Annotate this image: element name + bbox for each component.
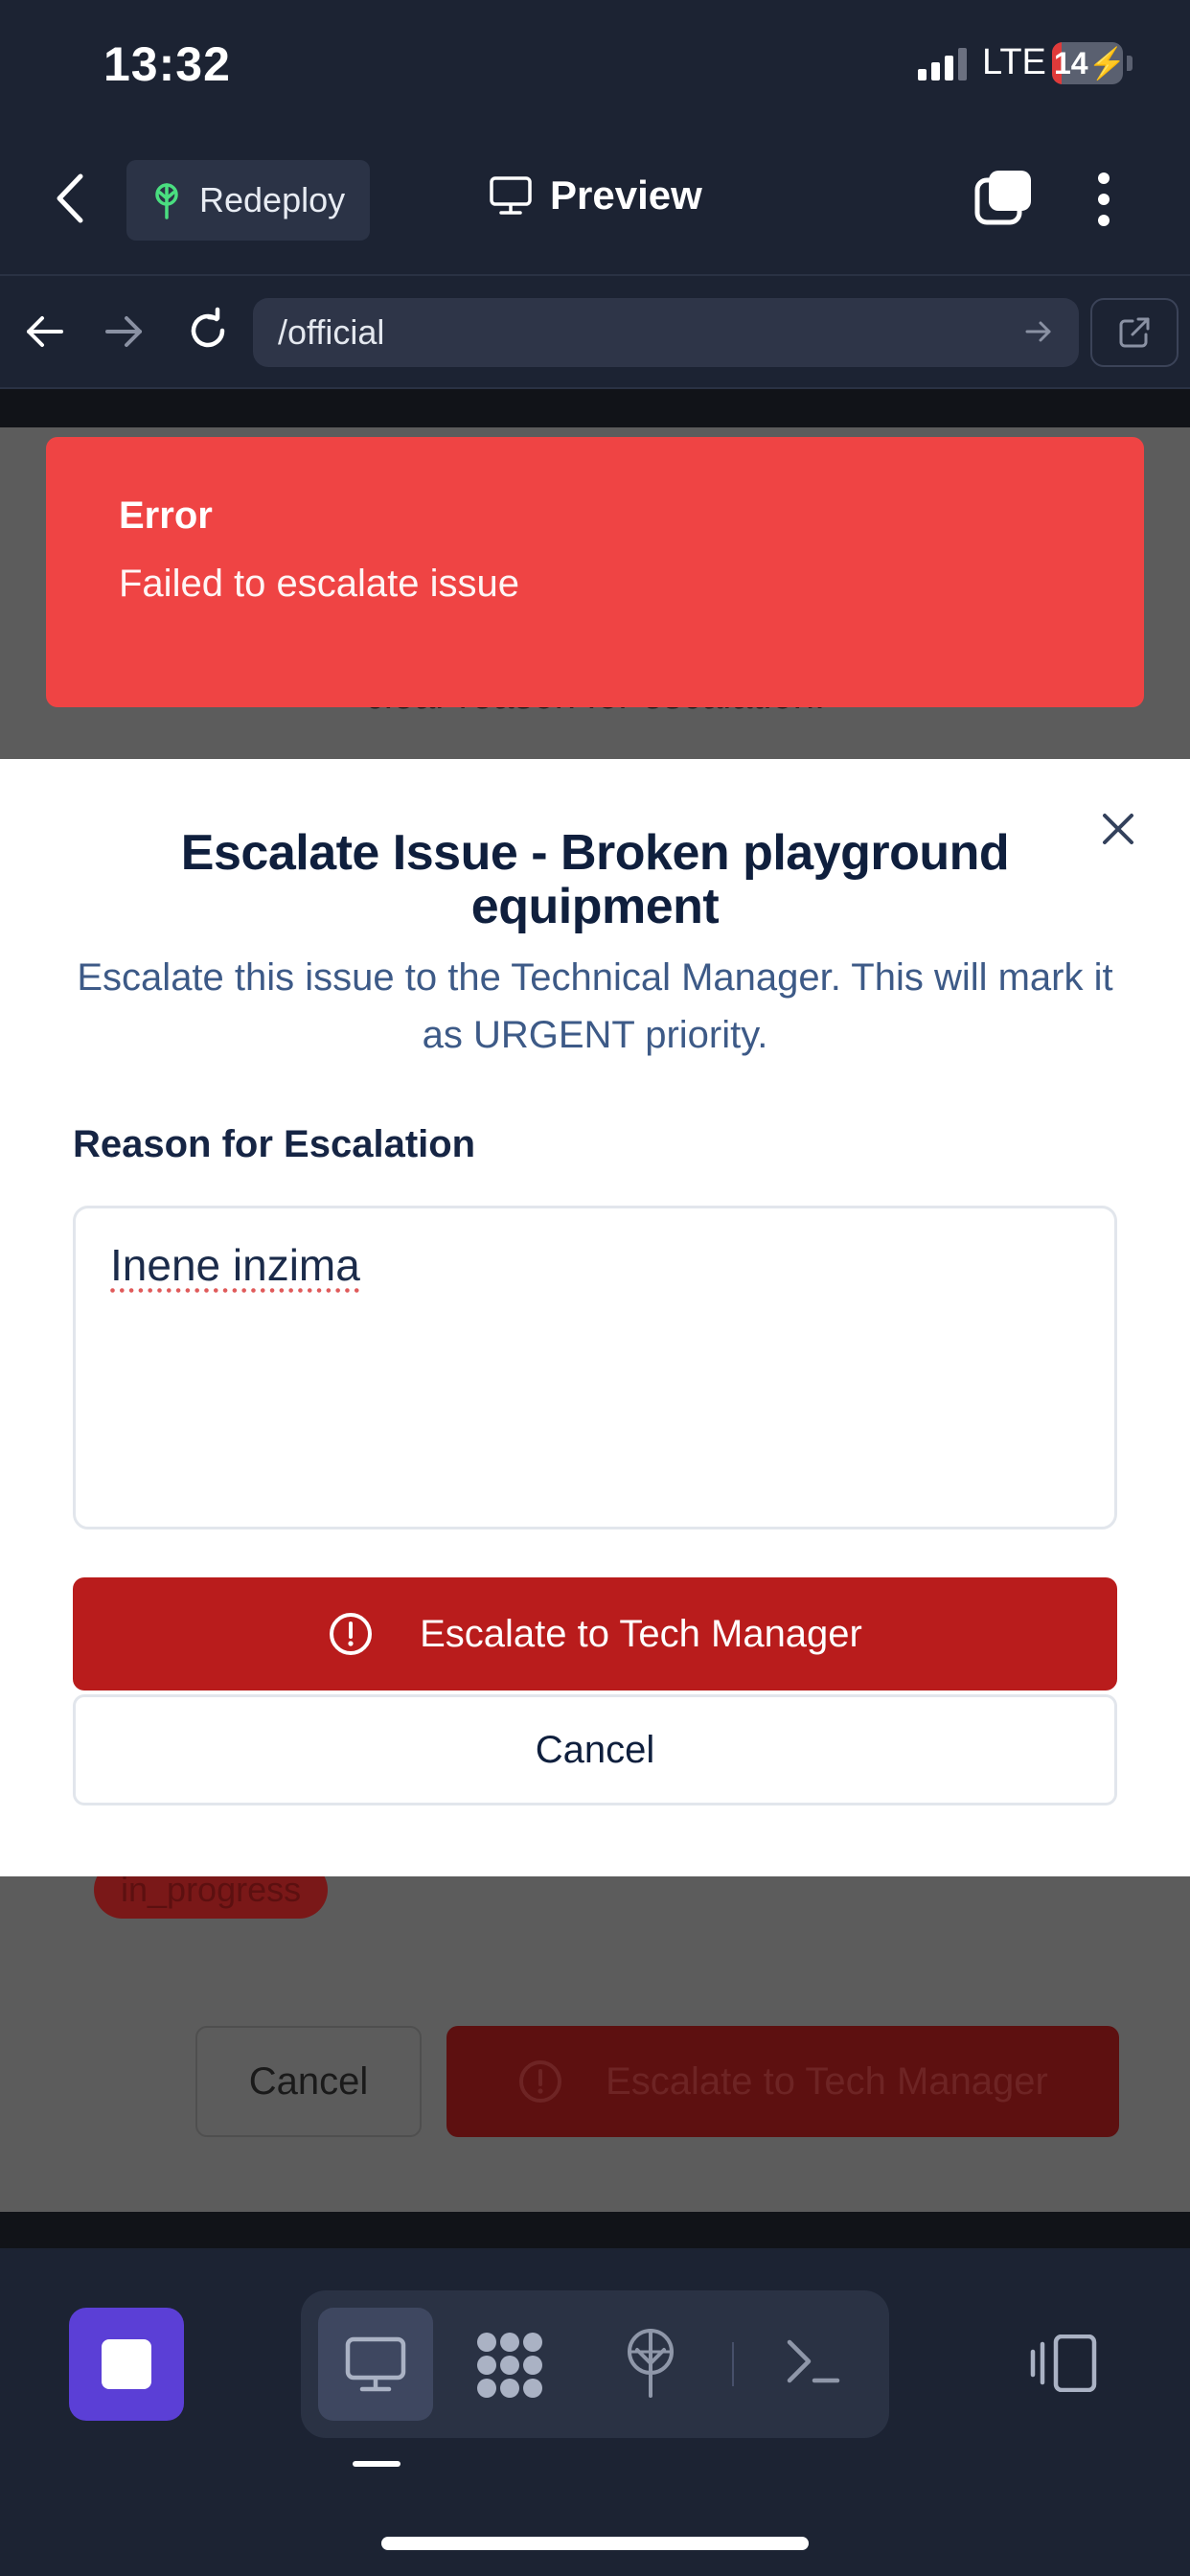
terminal-icon[interactable] [784,2334,841,2388]
preview-tool-button[interactable] [318,2308,433,2421]
apps-icon[interactable] [473,2329,546,2402]
arrow-right-icon[interactable] [103,310,146,353]
dialog-description: Escalate this issue to the Technical Man… [77,956,1113,1056]
alert-circle-icon [517,2058,563,2104]
external-link-button[interactable] [1090,298,1179,367]
stop-icon [102,2339,151,2389]
escalate-label: Escalate to Tech Manager [420,1612,862,1655]
signal-icon [918,48,972,80]
go-arrow-icon[interactable] [1023,316,1054,347]
home-indicator[interactable] [381,2537,809,2550]
more-vertical-icon[interactable] [1092,169,1115,230]
preview-tab-title[interactable]: Preview [489,172,702,218]
close-icon[interactable] [1098,809,1138,849]
alert-circle-icon [328,1611,374,1657]
reason-value: Inene inzima [110,1240,360,1290]
reason-textarea[interactable]: Inene inzima [73,1206,1117,1530]
status-time: 13:32 [103,37,231,91]
active-tab-indicator [353,2461,400,2467]
redeploy-label: Redeploy [199,180,346,219]
background-escalate-label: Escalate to Tech Manager [606,2059,1048,2103]
device-layout-icon[interactable] [1029,2334,1098,2392]
background-cancel-button: Cancel [195,2026,422,2137]
reload-icon[interactable] [184,307,232,355]
monitor-icon [344,2335,407,2393]
reason-label: Reason for Escalation [73,1123,476,1165]
url-field[interactable]: /official [253,298,1079,367]
arrow-left-icon[interactable] [23,310,65,353]
escalate-button[interactable]: Escalate to Tech Manager [73,1577,1117,1690]
deploy-icon[interactable] [621,2327,680,2400]
battery-cap [1127,56,1133,71]
tabs-icon[interactable] [973,169,1035,230]
toolbar-divider [732,2342,734,2386]
error-toast[interactable]: Error Failed to escalate issue [46,437,1144,707]
redeploy-icon [149,181,184,219]
bolt-glyph: ⚡ [1087,46,1127,80]
stop-button[interactable] [69,2308,184,2421]
toast-message: Failed to escalate issue [119,563,520,605]
battery-level: 14 [1054,46,1088,80]
redeploy-button[interactable]: Redeploy [126,160,370,241]
dialog-title: Escalate Issue - Broken playground equip… [180,825,1010,934]
network-type: LTE [982,42,1046,82]
preview-label: Preview [550,172,702,218]
url-text: /official [278,312,385,352]
back-chevron-icon[interactable] [56,172,84,224]
monitor-icon [489,175,533,216]
toast-title: Error [119,494,213,537]
cancel-button[interactable]: Cancel [73,1694,1117,1806]
background-escalate-button: Escalate to Tech Manager [446,2026,1119,2137]
external-link-icon [1117,315,1152,350]
